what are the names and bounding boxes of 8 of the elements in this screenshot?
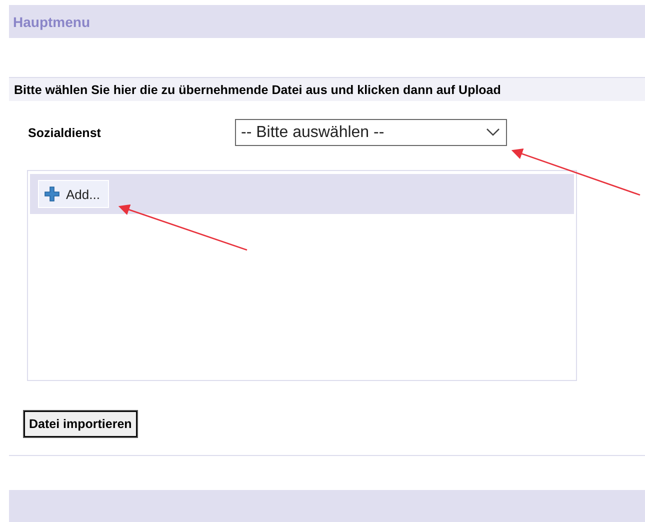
add-button[interactable]: Add... bbox=[38, 180, 109, 208]
section-heading: Bitte wählen Sie hier die zu übernehmende Datei aus und klicken dann auf Upload bbox=[14, 82, 501, 96]
dropdown[interactable]: -- Bitte auswählen -- bbox=[235, 119, 507, 146]
field-label: Sozialdienst bbox=[28, 126, 102, 140]
chevron-icon bbox=[486, 128, 500, 137]
plus-icon bbox=[44, 186, 60, 202]
page-title: Hauptmenu bbox=[13, 14, 90, 30]
import-button[interactable]: Datei importieren bbox=[24, 411, 137, 437]
